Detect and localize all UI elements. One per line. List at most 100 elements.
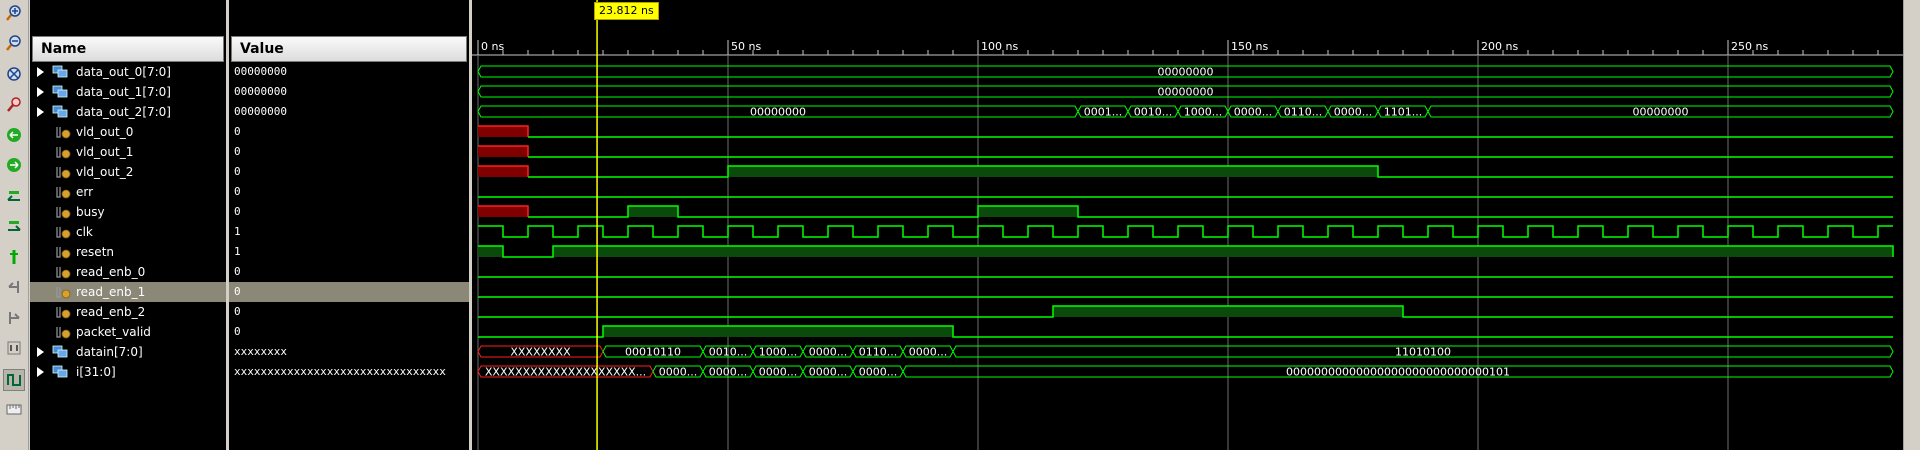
zoom-cursor-icon — [6, 96, 22, 115]
timeline-label: 150 ns — [1231, 40, 1268, 53]
bus-value-label: 0110... — [1284, 106, 1322, 119]
waveform-canvas[interactable]: 0 ns 50 ns 100 ns 150 ns 200 ns 250 ns 0000000… — [472, 0, 1903, 450]
bus-value-label: 0000... — [659, 366, 697, 379]
signal-row-read-enb-1[interactable]: read_enb_1 — [30, 282, 226, 302]
value-row[interactable]: 0 — [229, 162, 469, 182]
bus-value-label: 00000000 — [1633, 106, 1689, 119]
expand-arrow-icon[interactable] — [37, 367, 44, 377]
bit-signal-icon — [56, 285, 72, 299]
floating-ruler-button[interactable] — [3, 400, 25, 422]
value-row[interactable]: 0 — [229, 322, 469, 342]
bus-signal-icon — [52, 105, 68, 119]
signal-row-clk[interactable]: clk — [30, 222, 226, 242]
high-level-fill — [728, 166, 1378, 177]
previous-marker-button[interactable] — [3, 278, 25, 300]
signal-value: xxxxxxxx — [234, 345, 287, 358]
signal-value: 1 — [234, 225, 241, 238]
go-to-start-button[interactable] — [3, 125, 25, 147]
value-row[interactable]: 1 — [229, 222, 469, 242]
signal-row-busy[interactable]: busy — [30, 202, 226, 222]
signal-name: vld_out_1 — [76, 145, 134, 159]
bit-signal-icon — [56, 225, 72, 239]
signal-row-vld-out-1[interactable]: vld_out_1 — [30, 142, 226, 162]
value-row[interactable]: 00000000 — [229, 102, 469, 122]
value-row[interactable]: 1 — [229, 242, 469, 262]
value-row[interactable]: xxxxxxxxxxxxxxxxxxxxxxxxxxxxxxxx — [229, 362, 469, 382]
signal-value: 1 — [234, 245, 241, 258]
value-column-header[interactable]: Value — [231, 36, 467, 62]
cursor-time-label: 23.812 ns — [594, 2, 659, 20]
name-column-header[interactable]: Name — [32, 36, 224, 62]
signal-value: 00000000 — [234, 105, 287, 118]
go-to-start-icon — [6, 127, 22, 146]
signal-value: 00000000 — [234, 65, 287, 78]
bus-value-label: 0000... — [709, 366, 747, 379]
bit-signal-icon — [56, 165, 72, 179]
value-row[interactable]: 0 — [229, 182, 469, 202]
next-marker-button[interactable] — [3, 308, 25, 330]
zoom-out-icon — [6, 35, 22, 54]
bit-signal-icon — [56, 185, 72, 199]
snap-to-transition-button[interactable] — [3, 369, 25, 391]
undefined-region — [478, 126, 528, 137]
snap-to-transition-icon — [6, 371, 22, 390]
bus-signal-icon — [52, 345, 68, 359]
swap-cursors-button[interactable] — [3, 339, 25, 361]
signal-row-read-enb-0[interactable]: read_enb_0 — [30, 262, 226, 282]
zoom-in-button[interactable] — [3, 3, 25, 25]
bus-value-label: 0110... — [859, 346, 897, 359]
expand-arrow-icon[interactable] — [37, 67, 44, 77]
expand-arrow-icon[interactable] — [37, 107, 44, 117]
previous-transition-button[interactable] — [3, 186, 25, 208]
timeline-label: 200 ns — [1481, 40, 1518, 53]
value-row[interactable]: 0 — [229, 122, 469, 142]
next-transition-icon — [6, 218, 22, 237]
expand-arrow-icon[interactable] — [37, 87, 44, 97]
vertical-scrollbar[interactable] — [1903, 0, 1920, 450]
signal-row-packet-valid[interactable]: packet_valid — [30, 322, 226, 342]
go-to-end-button[interactable] — [3, 156, 25, 178]
signal-name: clk — [76, 225, 93, 239]
signal-row-datain70[interactable]: datain[7:0] — [30, 342, 226, 362]
next-transition-button[interactable] — [3, 217, 25, 239]
value-row[interactable]: 0 — [229, 282, 469, 302]
signal-row-vld-out-0[interactable]: vld_out_0 — [30, 122, 226, 142]
signal-row-i310[interactable]: i[31:0] — [30, 362, 226, 382]
value-row[interactable]: 0 — [229, 202, 469, 222]
signal-name: read_enb_2 — [76, 305, 146, 319]
waveform-svg[interactable]: 0 ns 50 ns 100 ns 150 ns 200 ns 250 ns 0000000… — [472, 0, 1903, 450]
clock-waveform — [478, 225, 1893, 238]
signal-row-data-out-270[interactable]: data_out_2[7:0] — [30, 102, 226, 122]
bus-signal-icon — [52, 65, 68, 79]
zoom-fit-button[interactable] — [3, 64, 25, 86]
high-level-fill — [603, 326, 953, 337]
value-row[interactable]: 00000000 — [229, 62, 469, 82]
bus-value-label: 0000... — [809, 346, 847, 359]
signal-row-vld-out-2[interactable]: vld_out_2 — [30, 162, 226, 182]
value-row[interactable]: 00000000 — [229, 82, 469, 102]
value-row[interactable]: 0 — [229, 142, 469, 162]
add-marker-button[interactable] — [3, 247, 25, 269]
signal-row-data-out-070[interactable]: data_out_0[7:0] — [30, 62, 226, 82]
zoom-cursor-button[interactable] — [3, 95, 25, 117]
bus-value-label: 00000000 — [1158, 66, 1214, 79]
value-row[interactable]: 0 — [229, 262, 469, 282]
waveform-toolbar — [0, 0, 29, 450]
signal-row-resetn[interactable]: resetn — [30, 242, 226, 262]
signal-row-read-enb-2[interactable]: read_enb_2 — [30, 302, 226, 322]
bus-value-label: 0001... — [1084, 106, 1122, 119]
high-level-fill — [1053, 306, 1403, 317]
value-row[interactable]: 0 — [229, 302, 469, 322]
value-row[interactable]: xxxxxxxx — [229, 342, 469, 362]
signal-name: vld_out_2 — [76, 165, 134, 179]
expand-arrow-icon[interactable] — [37, 347, 44, 357]
high-level-fill — [978, 206, 1078, 217]
bus-signal-icon — [52, 365, 68, 379]
signal-row-err[interactable]: err — [30, 182, 226, 202]
signal-name: read_enb_1 — [76, 285, 146, 299]
zoom-out-button[interactable] — [3, 34, 25, 56]
bit-waveform — [528, 205, 1893, 218]
bus-value-label: 00000000000000000000000000000101 — [1286, 366, 1510, 379]
signal-row-data-out-170[interactable]: data_out_1[7:0] — [30, 82, 226, 102]
bit-signal-icon — [56, 305, 72, 319]
